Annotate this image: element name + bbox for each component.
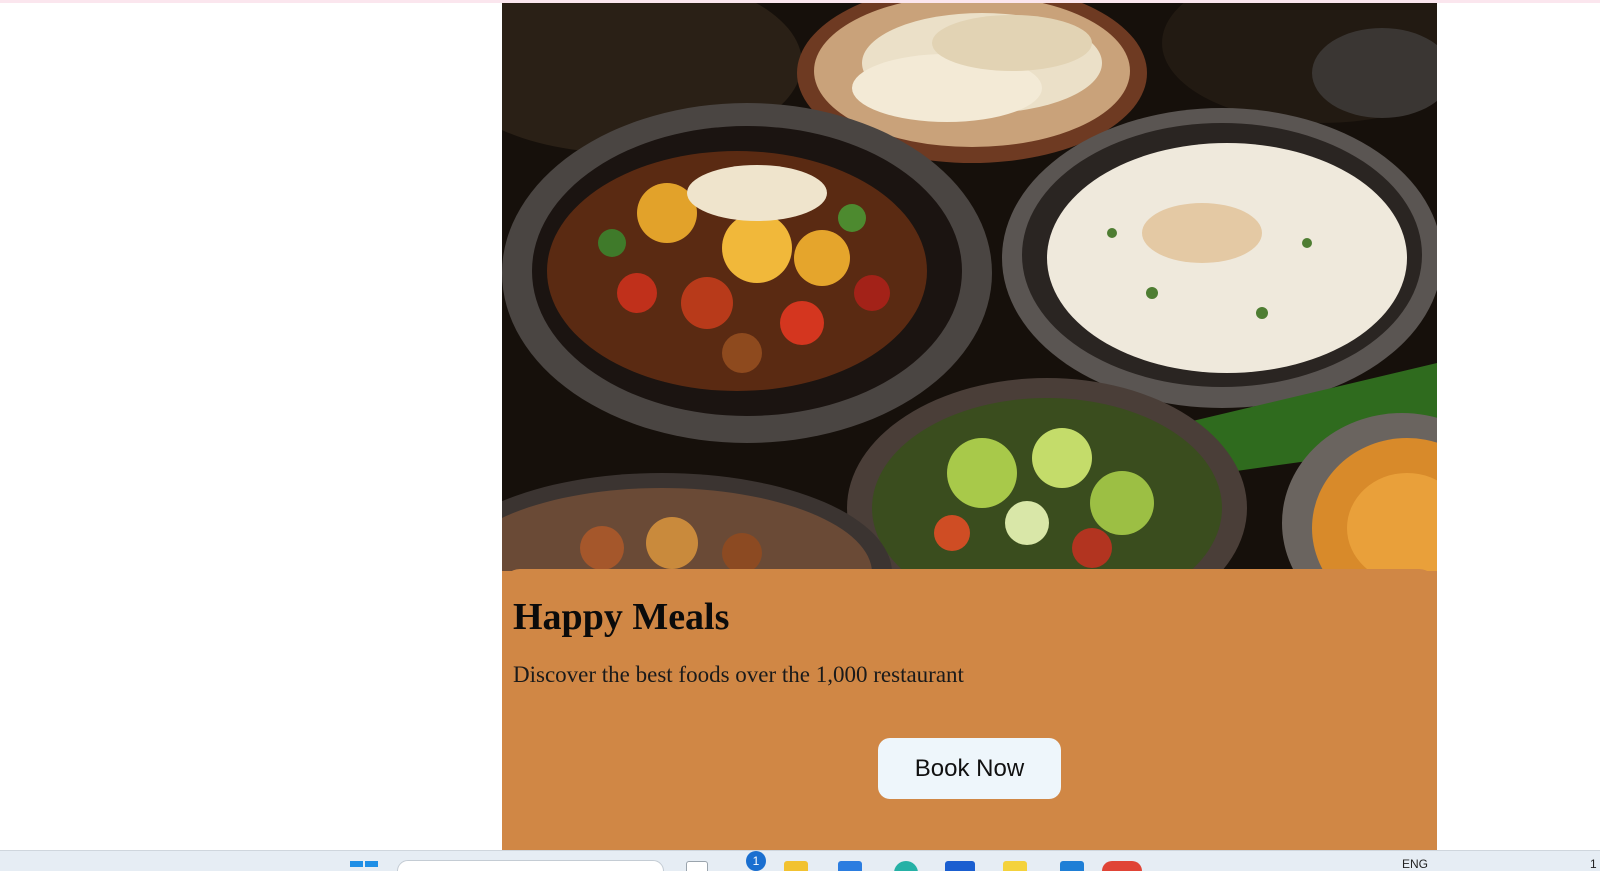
card-title: Happy Meals — [513, 596, 730, 638]
taskbar-search-box[interactable] — [397, 860, 664, 871]
card-description: Discover the best foods over the 1,000 r… — [513, 662, 964, 687]
language-indicator[interactable]: ENG — [1402, 857, 1428, 871]
book-now-button[interactable]: Book Now — [878, 738, 1061, 799]
taskbar-clock[interactable]: 1 — [1590, 857, 1597, 871]
windows-taskbar: 1 ENG 1 — [0, 850, 1600, 871]
food-photo — [502, 3, 1437, 571]
food-platter-illustration — [502, 3, 1437, 571]
notification-badge: 1 — [746, 851, 766, 871]
meal-card: Happy Meals Discover the best foods over… — [502, 3, 1437, 850]
